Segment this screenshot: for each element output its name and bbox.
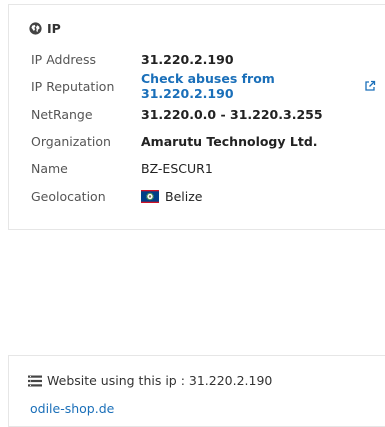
ip-address-value: 31.220.2.190 [141, 51, 234, 67]
name-value: BZ-ESCUR1 [141, 160, 213, 176]
external-link-icon [364, 80, 376, 92]
netrange-row: NetRange 31.220.0.0 - 31.220.3.255 [31, 104, 376, 124]
ip-reputation-row: IP Reputation Check abuses from 31.220.2… [31, 71, 376, 101]
ip-address-label: IP Address [31, 51, 96, 67]
organization-row: Organization Amarutu Technology Ltd. [31, 131, 376, 151]
website-panel-title: Website using this ip : 31.220.2.190 [47, 373, 273, 388]
website-panel: Website using this ip : 31.220.2.190 odi… [8, 355, 385, 427]
ip-info-panel: IP IP Address 31.220.2.190 IP Reputation… [8, 4, 385, 230]
ip-panel-title: IP [47, 21, 61, 36]
geolocation-label: Geolocation [31, 188, 106, 204]
geolocation-country: Belize [165, 188, 203, 204]
website-panel-header: Website using this ip : 31.220.2.190 [28, 373, 272, 388]
check-abuses-link-text: Check abuses from 31.220.2.190 [141, 71, 275, 101]
organization-value: Amarutu Technology Ltd. [141, 133, 318, 149]
belize-flag-icon [141, 189, 159, 203]
netrange-label: NetRange [31, 106, 93, 122]
netrange-value: 31.220.0.0 - 31.220.3.255 [141, 106, 323, 122]
geolocation-value: Belize [141, 189, 202, 204]
organization-label: Organization [31, 133, 111, 149]
ip-reputation-label: IP Reputation [31, 78, 115, 94]
globe-icon [28, 22, 42, 36]
ip-address-row: IP Address 31.220.2.190 [31, 49, 376, 69]
name-label: Name [31, 160, 68, 176]
geolocation-row: Geolocation Belize [31, 186, 376, 206]
name-row: Name BZ-ESCUR1 [31, 158, 376, 178]
ip-panel-header: IP [28, 21, 61, 36]
website-link[interactable]: odile-shop.de [30, 401, 114, 416]
check-abuses-link[interactable]: Check abuses from 31.220.2.190 [141, 71, 376, 101]
list-icon [28, 374, 42, 388]
